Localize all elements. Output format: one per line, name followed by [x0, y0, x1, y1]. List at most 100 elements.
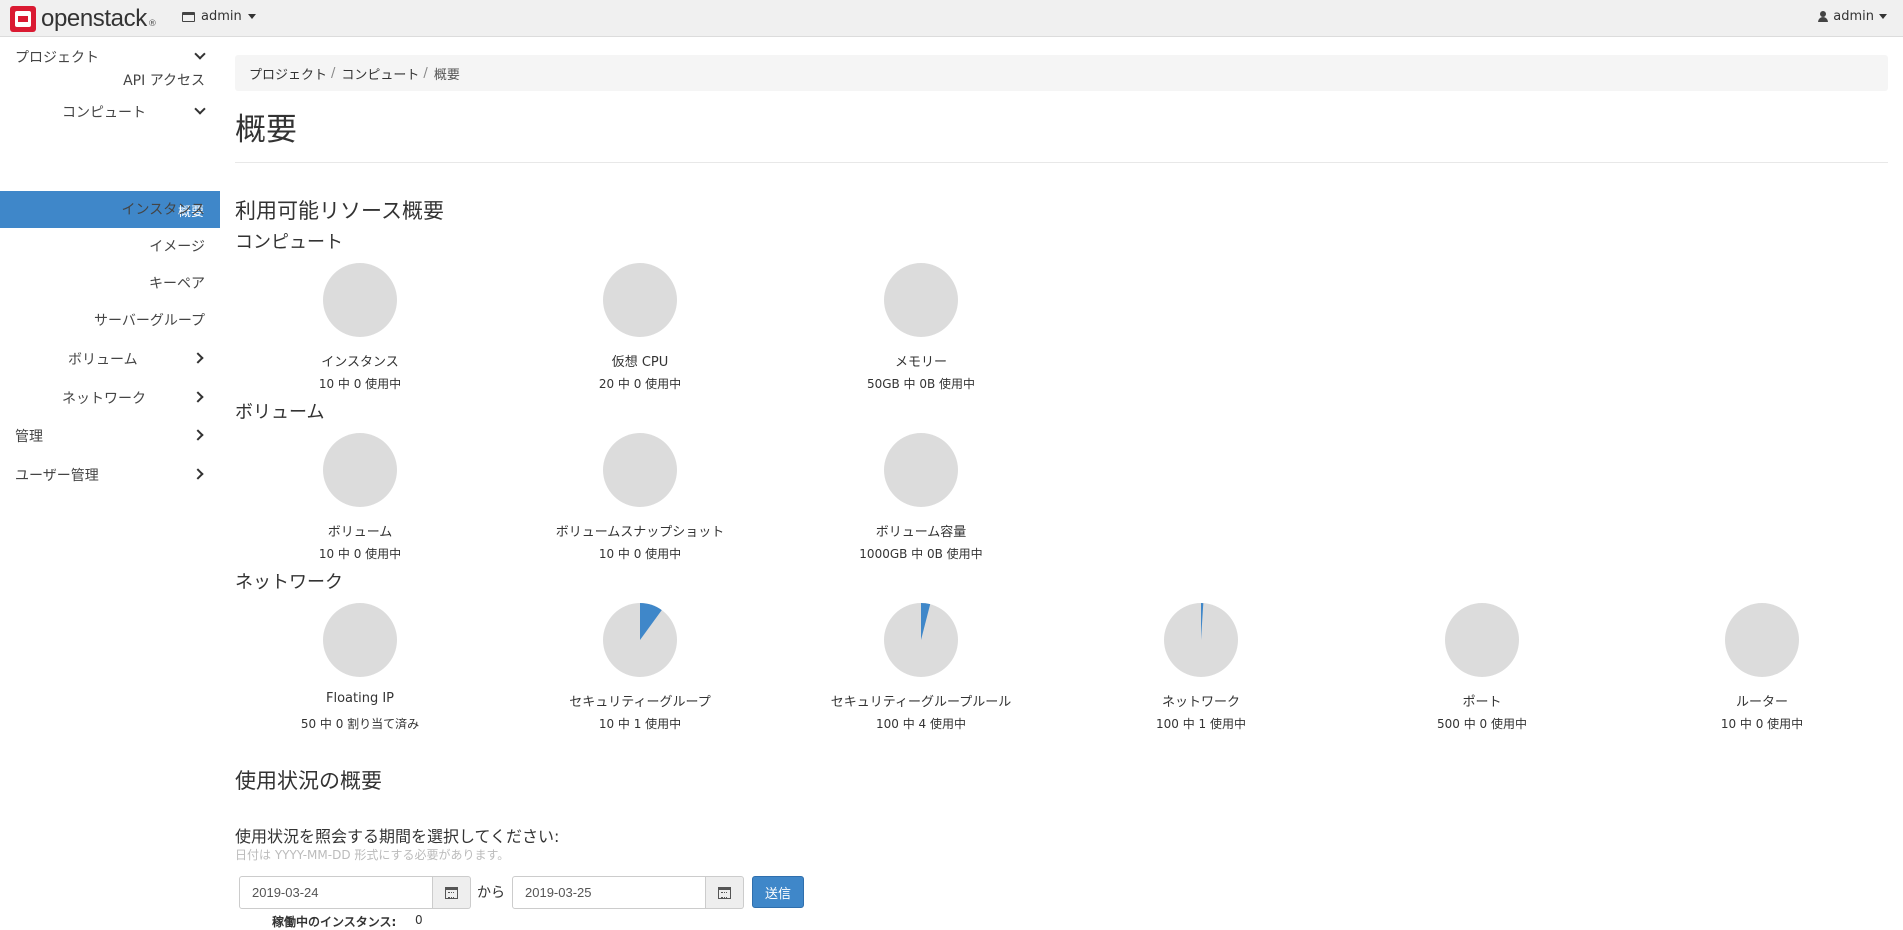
- submit-button[interactable]: 送信: [752, 876, 804, 908]
- start-date-input[interactable]: [239, 876, 433, 909]
- pie-chart-network: セキュリティーグループ 10 中 1 使用中: [540, 603, 740, 732]
- end-date-calendar-button[interactable]: [706, 876, 744, 909]
- compute-limits-heading: コンピュート: [235, 232, 343, 253]
- date-format-hint: 日付は YYYY-MM-DD 形式にする必要があります。: [235, 848, 510, 862]
- pie-background: [884, 263, 958, 337]
- pie-chart-compute: インスタンス 10 中 0 使用中: [260, 263, 460, 392]
- pie-background: [323, 603, 397, 677]
- sidebar-item-volumes[interactable]: ボリューム: [68, 349, 205, 369]
- sidebar-item-identity[interactable]: ユーザー管理: [15, 465, 205, 485]
- user-icon: [1818, 11, 1829, 22]
- sidebar-item-instances[interactable]: インスタンス: [80, 199, 205, 219]
- end-date-input[interactable]: [512, 876, 706, 909]
- pie-label: ボリューム: [327, 525, 393, 540]
- openstack-logo-icon: [10, 6, 36, 32]
- network-limits-heading: ネットワーク: [235, 572, 343, 593]
- end-date-group: [512, 876, 744, 909]
- sidebar-item-label: ボリューム: [68, 352, 138, 368]
- sidebar-item-label: 管理: [15, 429, 43, 445]
- pie-background: [884, 433, 958, 507]
- start-date-calendar-button[interactable]: [433, 876, 471, 909]
- project-dropdown-label: admin: [201, 9, 242, 24]
- calendar-icon: [445, 886, 458, 899]
- pie-usage-text: 500 中 0 使用中: [1437, 717, 1527, 731]
- breadcrumb-project[interactable]: プロジェクト: [249, 64, 327, 83]
- pie-chart-svg: [884, 433, 958, 507]
- pie-label: メモリー: [894, 355, 947, 370]
- pie-usage-text: 10 中 1 使用中: [598, 717, 682, 731]
- sidebar-item-project[interactable]: プロジェクト: [15, 47, 206, 67]
- logo-registered-mark: ®: [147, 19, 157, 29]
- logo-text: openstack: [41, 5, 147, 32]
- pie-usage-text: 50 中 0 割り当て済み: [300, 717, 420, 731]
- pie-label: セキュリティーグループ: [569, 695, 711, 710]
- active-instances-label: 稼働中のインスタンス:: [272, 915, 397, 929]
- sidebar-item-label: サーバーグループ: [93, 313, 205, 329]
- user-menu-dropdown[interactable]: admin: [1818, 9, 1887, 24]
- pie-usage-text: 50GB 中 0B 使用中: [866, 377, 976, 391]
- sidebar-item-api-access[interactable]: API アクセス: [100, 70, 205, 90]
- limits-heading: 利用可能リソース概要: [235, 199, 444, 223]
- chevron-down-icon: [194, 103, 206, 115]
- sidebar-item-compute[interactable]: コンピュート: [62, 102, 206, 122]
- pie-usage-text: 100 中 4 使用中: [876, 717, 966, 731]
- openstack-logo[interactable]: openstack ®: [10, 6, 157, 32]
- sidebar-item-admin[interactable]: 管理: [15, 426, 205, 446]
- pie-usage-text: 10 中 0 使用中: [598, 547, 682, 561]
- title-divider: [235, 162, 1888, 163]
- pie-label: ボリュームスナップショット: [555, 525, 725, 540]
- usage-heading: 使用状況の概要: [235, 769, 382, 793]
- pie-chart-compute: 仮想 CPU 20 中 0 使用中: [540, 263, 740, 392]
- sidebar-item-label: インスタンス: [121, 202, 205, 218]
- pie-chart-volume: ボリューム容量 1000GB 中 0B 使用中: [821, 433, 1021, 562]
- pie-usage-text: 10 中 0 使用中: [318, 547, 402, 561]
- pie-chart-svg: [603, 603, 677, 677]
- pie-label: ルーター: [1735, 695, 1788, 710]
- pie-chart-network: Floating IP 50 中 0 割り当て済み: [260, 603, 460, 732]
- pie-label: Floating IP: [325, 691, 394, 706]
- pie-usage-text: 1000GB 中 0B 使用中: [859, 547, 983, 561]
- pie-chart-svg: [884, 263, 958, 337]
- top-navbar: openstack ® admin admin: [0, 0, 1903, 37]
- pie-chart-svg: [323, 433, 397, 507]
- pie-label: ポート: [1462, 695, 1502, 710]
- pie-chart-network: ネットワーク 100 中 1 使用中: [1101, 603, 1301, 732]
- sidebar-item-label: ネットワーク: [62, 391, 146, 407]
- pie-background: [323, 433, 397, 507]
- pie-chart-svg: [1164, 603, 1238, 677]
- sidebar-item-network[interactable]: ネットワーク: [62, 388, 205, 408]
- date-range-separator: から: [477, 885, 505, 901]
- pie-background: [1725, 603, 1799, 677]
- sidebar-item-label: ユーザー管理: [15, 468, 99, 484]
- start-date-group: [239, 876, 471, 909]
- pie-chart-network: セキュリティーグループルール 100 中 4 使用中: [821, 603, 1021, 732]
- chevron-right-icon: [192, 391, 204, 403]
- sidebar-item-label: プロジェクト: [15, 50, 99, 66]
- sidebar-item-label: コンピュート: [62, 105, 146, 121]
- sidebar-item-keypairs[interactable]: キーペア: [80, 273, 205, 293]
- pie-chart-svg: [603, 433, 677, 507]
- chevron-down-icon: [194, 48, 206, 60]
- pie-chart-compute: メモリー 50GB 中 0B 使用中: [821, 263, 1021, 392]
- pie-usage-text: 20 中 0 使用中: [598, 377, 682, 391]
- sidebar-item-label: キーペア: [149, 276, 205, 292]
- pie-background: [1445, 603, 1519, 677]
- breadcrumb: プロジェクト / コンピュート / 概要: [235, 55, 1888, 91]
- pie-label: ネットワーク: [1161, 695, 1240, 710]
- calendar-icon: [718, 886, 731, 899]
- pie-background: [603, 263, 677, 337]
- sidebar-item-server-groups[interactable]: サーバーグループ: [60, 310, 205, 330]
- pie-chart-svg: [603, 263, 677, 337]
- pie-chart-volume: ボリュームスナップショット 10 中 0 使用中: [540, 433, 740, 562]
- breadcrumb-compute[interactable]: コンピュート: [341, 64, 419, 83]
- pie-usage-text: 100 中 1 使用中: [1156, 717, 1246, 731]
- pie-label: ボリューム容量: [875, 525, 967, 540]
- volume-limits-heading: ボリューム: [235, 402, 325, 423]
- pie-chart-svg: [1445, 603, 1519, 677]
- pie-chart-svg: [1725, 603, 1799, 677]
- project-dropdown[interactable]: admin: [182, 9, 256, 24]
- project-tray-icon: [182, 11, 195, 22]
- sidebar-item-images[interactable]: イメージ: [80, 236, 205, 256]
- breadcrumb-separator: /: [331, 65, 336, 81]
- pie-usage-text: 10 中 0 使用中: [318, 377, 402, 391]
